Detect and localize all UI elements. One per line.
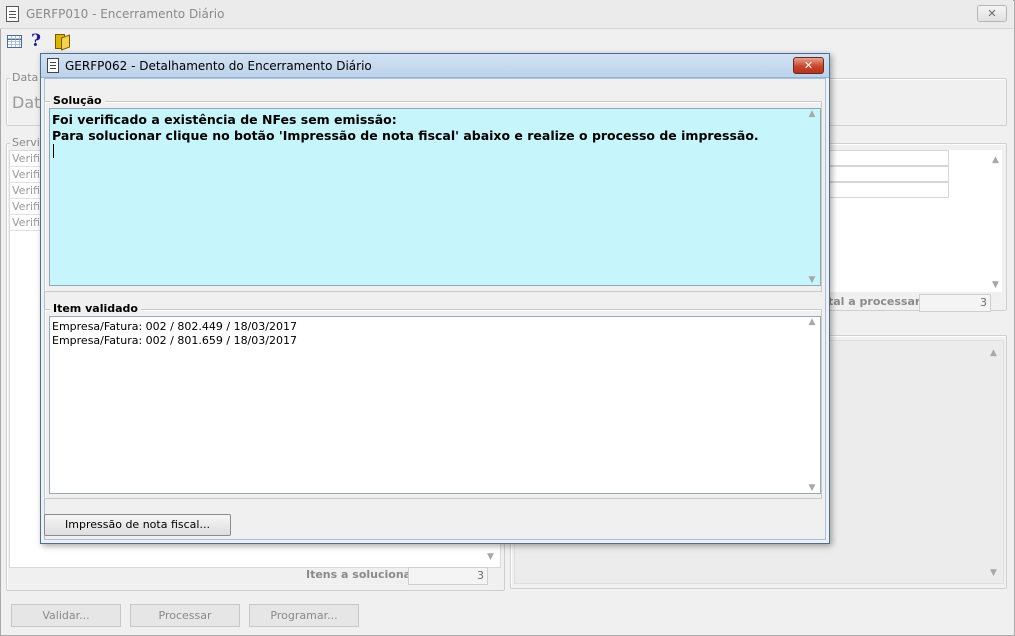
scroll-up-icon[interactable]: ▲ xyxy=(809,317,816,327)
door-exit-icon[interactable] xyxy=(55,34,65,49)
scroll-up-icon[interactable]: ▲ xyxy=(809,109,816,119)
scroll-down-icon[interactable]: ▼ xyxy=(487,552,494,562)
processar-button[interactable]: Processar xyxy=(130,604,240,627)
data-group-title: Data xyxy=(10,71,41,84)
scroll-up-icon[interactable]: ▲ xyxy=(990,348,997,358)
solucao-text-line: Para solucionar clique no botão 'Impress… xyxy=(52,128,759,143)
itens-a-solucionar-label: Itens a solucionar xyxy=(306,568,417,581)
solucao-text-line: Foi verificado a existência de NFes sem … xyxy=(52,112,397,127)
grid-icon[interactable] xyxy=(7,35,22,48)
table-cell xyxy=(825,150,949,166)
item-validado-line: Empresa/Fatura: 002 / 801.659 / 18/03/20… xyxy=(52,334,297,347)
help-icon[interactable]: ? xyxy=(31,31,41,51)
impressao-nota-fiscal-button[interactable]: Impressão de nota fiscal... xyxy=(44,514,231,536)
scroll-down-icon[interactable]: ▼ xyxy=(809,483,816,493)
dialog-title: GERFP062 - Detalhamento do Encerramento … xyxy=(65,59,372,73)
scroll-up-icon[interactable]: ▲ xyxy=(992,155,999,165)
item-validado-scrollbar[interactable]: ▲ ▼ xyxy=(804,317,820,493)
table-cell xyxy=(825,182,949,198)
servicos-group-title: Servi xyxy=(10,136,42,149)
main-window-title: GERFP010 - Encerramento Diário xyxy=(26,7,225,21)
solucao-group-title: Solução xyxy=(50,94,105,107)
document-icon xyxy=(47,58,59,73)
item-validado-line: Empresa/Fatura: 002 / 802.449 / 18/03/20… xyxy=(52,320,297,333)
total-a-processar-field: 3 xyxy=(919,294,991,312)
scroll-down-icon[interactable]: ▼ xyxy=(990,568,997,578)
programar-button[interactable]: Programar... xyxy=(249,604,359,627)
text-caret xyxy=(53,144,54,158)
main-close-button[interactable]: ✕ xyxy=(977,5,1007,22)
validar-button[interactable]: Validar... xyxy=(11,604,121,627)
item-validado-group-title: Item validado xyxy=(50,302,141,315)
dialog-close-button[interactable]: ✕ xyxy=(793,57,824,74)
scroll-down-icon[interactable]: ▼ xyxy=(992,280,999,290)
total-a-processar-label: tal a processar xyxy=(828,295,921,308)
solucao-scrollbar[interactable]: ▲ ▼ xyxy=(804,109,820,285)
itens-a-solucionar-field: 3 xyxy=(408,567,488,585)
table-cell xyxy=(825,166,949,182)
scroll-down-icon[interactable]: ▼ xyxy=(809,275,816,285)
document-icon xyxy=(6,6,19,22)
